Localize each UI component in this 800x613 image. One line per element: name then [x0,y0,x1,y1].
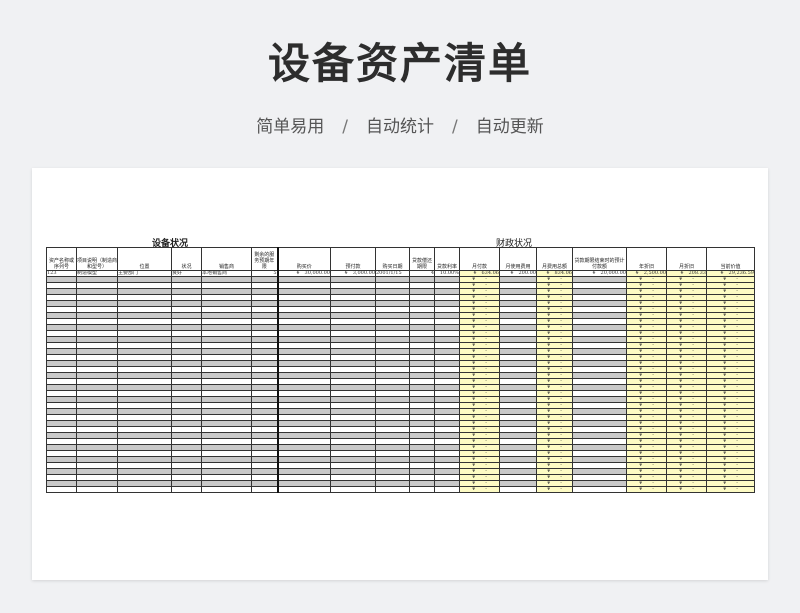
column-header: 年折旧 [626,247,667,271]
tagline-separator: / [342,117,348,137]
tagline-item: 自动更新 [475,117,544,137]
table-cell[interactable]: ¥ - [459,486,500,493]
column-header: 月折旧 [666,247,707,271]
table-cell[interactable] [572,486,627,493]
page-title: 设备资产清单 [267,39,532,88]
column-header: 资产名称或序列号 [46,247,77,271]
tagline: 简单易用 / 自动统计 / 自动更新 [0,112,800,137]
tagline-item: 自动统计 [366,117,434,137]
column-header: 状况 [171,247,202,271]
table-cell[interactable]: ¥ - [626,486,667,493]
table-cell[interactable] [499,486,537,493]
table-cell[interactable]: ¥ - [536,486,573,493]
column-header: 购买价 [277,247,331,271]
table-cell[interactable]: ¥ - [706,486,755,493]
asset-table: 资产名称或序列号 项目说明（制造商和型号） 位置 状况 销售商 剩余的服务预期年限 购买价预… [46,247,755,493]
table-cell[interactable] [117,486,172,493]
table-cell[interactable] [46,486,77,493]
table-cell[interactable] [251,486,279,493]
column-header: 月付款 [459,247,500,271]
column-header: 预付款 [330,247,376,271]
column-header: 贷款期限结束时的预计付款额 [572,247,627,271]
table-cell[interactable] [375,486,410,493]
tagline-separator: / [452,117,458,137]
column-header: 剩余的服务预期年限 [251,247,279,271]
column-header: 月费用总额 [536,247,573,271]
table-cell[interactable]: ¥ - [666,486,707,493]
column-header: 项目说明（制造商和型号） [76,247,118,271]
column-header: 贷款利率 [434,247,460,271]
spreadsheet-preview: 设备状况 财政状况 资产名称或序列号 项目说明（制造商和型号） 位置 状况 销售商 剩余的… [32,168,768,580]
table-cell[interactable] [171,486,202,493]
table-cell[interactable] [409,486,435,493]
table-cell[interactable] [201,486,252,493]
table-cell[interactable] [277,486,331,493]
column-header: 购买日期 [375,247,410,271]
column-header: 月使用费用 [499,247,537,271]
table-cell[interactable] [330,486,376,493]
table-cell[interactable] [76,486,118,493]
tagline-item: 简单易用 [256,117,325,137]
column-header: 贷款偿还期限 [409,247,435,271]
table-header-row: 资产名称或序列号 项目说明（制造商和型号） 位置 状况 销售商 剩余的服务预期年限 购买价预… [46,247,755,271]
column-header: 当前价值 [706,247,755,271]
column-header: 销售商 [201,247,252,271]
column-header: 位置 [117,247,172,271]
table-cell[interactable] [434,486,460,493]
table-row: ¥ - ¥ - ¥ - ¥ - ¥ - [46,486,755,493]
